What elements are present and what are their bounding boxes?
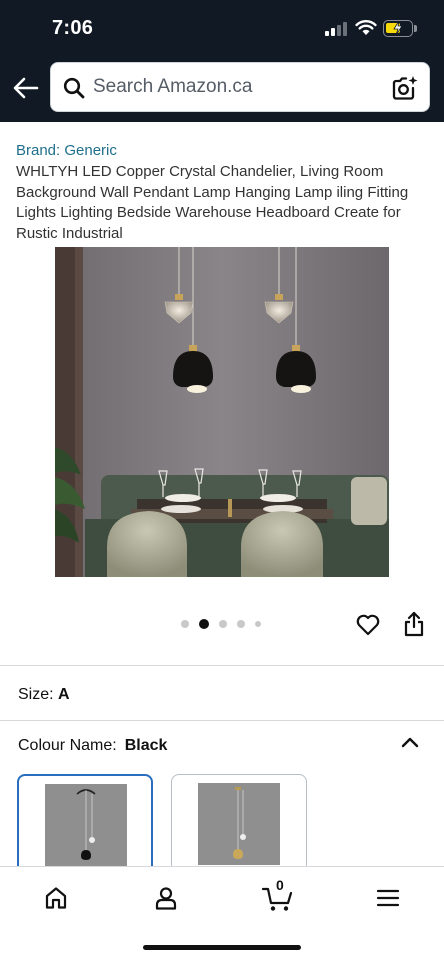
carousel-dot[interactable] (181, 620, 189, 628)
colour-label: Colour Name: (18, 737, 117, 754)
colour-value: Black (124, 737, 168, 754)
divider (0, 665, 444, 666)
swatch-image (45, 784, 127, 866)
size-value: A (58, 686, 70, 703)
brand-link[interactable]: Brand: Generic (16, 142, 117, 159)
nav-home[interactable] (36, 881, 76, 915)
battery-cap (414, 25, 417, 32)
wifi-icon (355, 20, 377, 35)
camera-search-icon[interactable] (391, 74, 419, 102)
carousel-dot[interactable] (237, 620, 245, 628)
battery-icon (383, 20, 413, 37)
size-label: Size: (18, 686, 54, 703)
share-icon[interactable] (402, 610, 426, 638)
product-page: 7:06 Search Amazon.ca Brand: Generic WHL… (0, 0, 444, 960)
cart-count: 0 (276, 877, 284, 893)
status-time: 7:06 (52, 17, 94, 39)
divider (0, 720, 444, 721)
hamburger-menu-icon (376, 889, 400, 907)
search-input[interactable] (93, 63, 383, 111)
carousel-dot[interactable] (255, 621, 261, 627)
app-header: 7:06 (0, 0, 444, 122)
colour-option-gold[interactable] (171, 774, 307, 874)
back-arrow-icon[interactable] (10, 72, 42, 104)
nav-menu[interactable] (368, 881, 408, 915)
product-title: WHLTYH LED Copper Crystal Chandelier, Li… (16, 163, 409, 242)
home-indicator (143, 945, 301, 950)
chevron-up-icon[interactable] (400, 734, 420, 750)
product-image[interactable] (55, 247, 389, 577)
cellular-signal-icon (325, 22, 349, 36)
search-icon (63, 77, 85, 99)
wishlist-heart-icon[interactable] (355, 612, 381, 638)
colour-option-black[interactable] (17, 774, 153, 874)
bottom-nav-bar: 0 (0, 866, 444, 960)
size-selector[interactable]: Size: A (18, 686, 70, 704)
account-icon (155, 887, 177, 910)
carousel-dot[interactable] (219, 620, 227, 628)
search-bar[interactable] (50, 62, 430, 112)
swatch-image (198, 783, 280, 865)
carousel-dot-active[interactable] (199, 619, 209, 629)
colour-selector[interactable]: Colour Name: Black (18, 737, 167, 755)
home-icon (45, 887, 67, 909)
nav-account[interactable] (146, 881, 186, 915)
